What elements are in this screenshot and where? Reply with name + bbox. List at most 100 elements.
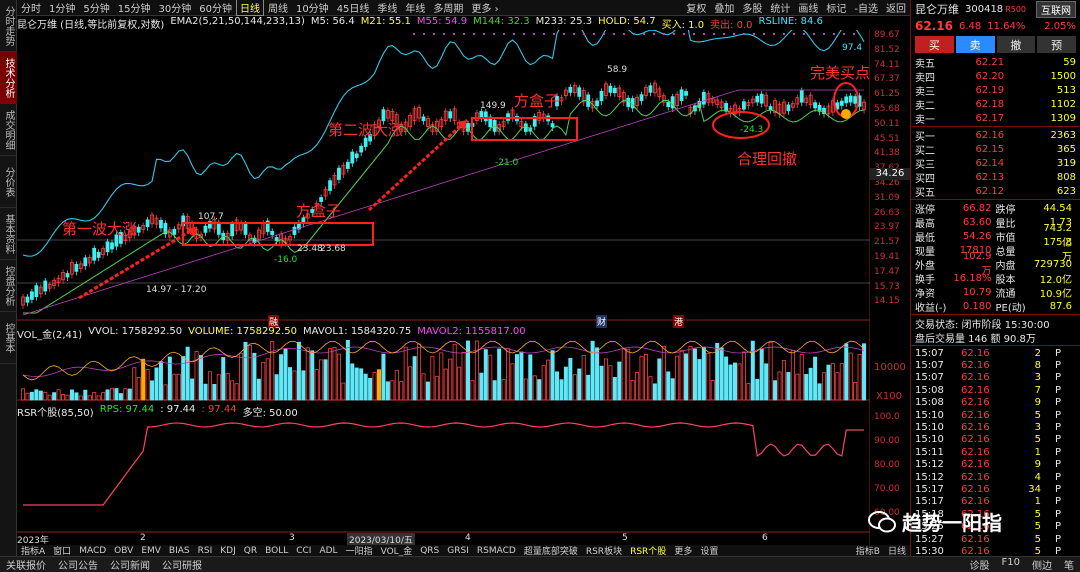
indicator-tab[interactable]: QRS — [416, 546, 443, 556]
volume-bar — [408, 366, 413, 401]
volume-bar — [675, 355, 680, 401]
book-row[interactable]: 买四 62.13 808 — [911, 170, 1080, 185]
period-tab[interactable]: 5分钟 — [79, 0, 113, 15]
period-tab[interactable]: 分时 — [17, 0, 45, 15]
signal-dot — [693, 33, 695, 35]
left-tab[interactable]: 分时走势 — [0, 0, 17, 52]
book-row[interactable]: 买三 62.14 319 — [911, 156, 1080, 171]
book-price: 62.18 — [975, 98, 1005, 110]
period-tab[interactable]: 年线 — [401, 0, 429, 15]
preorder-button[interactable]: 预 — [1037, 36, 1076, 53]
book-volume: 623 — [1056, 185, 1076, 197]
toolbar-button[interactable]: 复权 — [682, 0, 710, 15]
volume-bar — [728, 364, 733, 401]
stock-pct: 11.64% — [987, 20, 1026, 32]
marker-cai[interactable]: 财 — [596, 315, 608, 328]
toolbar-button[interactable]: 返回 — [882, 0, 910, 15]
vol-axis-unit: X100 — [876, 391, 902, 402]
indicator-tab[interactable]: EMV — [137, 546, 165, 556]
book-row[interactable]: 买二 62.15 365 — [911, 142, 1080, 157]
volume-bar — [621, 348, 626, 401]
period-tab[interactable]: 1分钟 — [45, 0, 79, 15]
book-row[interactable]: 买一 62.16 2363 — [911, 128, 1080, 143]
candle-body — [595, 100, 599, 107]
indicator-tab[interactable]: RSMACD — [473, 546, 520, 556]
left-tab[interactable]: 成交明细 — [0, 104, 17, 156]
signal-dot — [803, 33, 805, 35]
toolbar-button[interactable]: 标记 — [822, 0, 850, 15]
status-link[interactable]: 公司新闻 — [104, 557, 156, 572]
indicator-tab[interactable]: GRSI — [443, 546, 473, 556]
book-row[interactable]: 卖二 62.18 1102 — [911, 97, 1080, 112]
volume-bar — [848, 352, 853, 401]
signal-dot — [793, 33, 795, 35]
price-tick: 45.51 — [874, 133, 900, 144]
chart-canvas[interactable] — [17, 30, 870, 545]
status-right-item[interactable]: F10 — [996, 557, 1026, 572]
period-tab[interactable]: 60分钟 — [195, 0, 236, 15]
left-tab[interactable]: 分价表 — [0, 156, 17, 208]
status-link[interactable]: 公司公告 — [52, 557, 104, 572]
toolbar-button[interactable]: 画线 — [794, 0, 822, 15]
period-tab[interactable]: 多周期 — [429, 0, 467, 15]
signal-dot — [553, 33, 555, 35]
left-tab[interactable]: 基本资料 — [0, 208, 17, 260]
indicator-tab[interactable]: RSI — [194, 546, 217, 556]
tick-list[interactable]: 15:07 62.16 2 P 15:07 62.16 8 P 15:07 62.16 3 P 15:0… — [911, 347, 1080, 570]
volume-bar — [390, 380, 395, 401]
period-tab[interactable]: 更多 › — [467, 0, 502, 15]
status-right-item[interactable]: 侧边 — [1026, 557, 1058, 572]
toolbar-button[interactable]: -自选 — [850, 0, 882, 15]
volume-bar — [87, 395, 92, 401]
current-price-tag: 34.26 — [870, 168, 910, 180]
status-link[interactable]: 关联报价 — [0, 557, 52, 572]
legend-rsline: RSLINE: 84.6 — [758, 16, 823, 27]
status-right-item[interactable]: 笔 — [1058, 557, 1080, 572]
marker-gang[interactable]: 港 — [673, 315, 685, 328]
toolbar-button[interactable]: 统计 — [766, 0, 794, 15]
ma-hold-line — [23, 99, 865, 314]
indicator-tab[interactable]: CCI — [292, 546, 315, 556]
sell-button[interactable]: 卖 — [955, 36, 995, 53]
volume-bar — [38, 390, 43, 401]
candle-body — [92, 247, 97, 261]
indicator-tab[interactable]: KDJ — [216, 546, 240, 556]
status-right-item[interactable]: 诊股 — [964, 557, 996, 572]
indicator-tab[interactable]: ADL — [315, 546, 341, 556]
period-tab[interactable]: 季线 — [373, 0, 401, 15]
indicator-tab[interactable]: QR — [240, 546, 261, 556]
book-row[interactable]: 卖四 62.20 1500 — [911, 69, 1080, 84]
volume-bar — [746, 383, 751, 401]
period-tab[interactable]: 10分钟 — [292, 0, 333, 15]
buy-button[interactable]: 买 — [915, 36, 954, 53]
indicator-tab[interactable]: MACD — [75, 546, 110, 556]
status-link[interactable]: 公司研报 — [156, 557, 208, 572]
toolbar-button[interactable]: 叠加 — [710, 0, 738, 15]
left-tab[interactable]: 控基本 — [0, 312, 17, 364]
book-row[interactable]: 卖一 62.17 1309 — [911, 111, 1080, 126]
toolbar-button[interactable]: 多股 — [738, 0, 766, 15]
volume-bar — [617, 361, 622, 401]
book-row[interactable]: 卖五 62.21 59 — [911, 55, 1080, 70]
period-tab[interactable]: 30分钟 — [154, 0, 195, 15]
industry-badge[interactable]: 互联网 — [1036, 0, 1076, 18]
left-tab[interactable]: 技术分析 — [0, 52, 17, 104]
cancel-order-button[interactable]: 撤 — [996, 36, 1036, 53]
signal-dot — [603, 33, 605, 35]
period-tab[interactable]: 日线 — [235, 0, 264, 16]
period-tab[interactable]: 周线 — [264, 0, 292, 15]
period-tab[interactable]: 45日线 — [333, 0, 374, 15]
tick-price: 62.16 — [961, 372, 990, 384]
period-tab[interactable]: 15分钟 — [114, 0, 155, 15]
tick-row: 15:17 62.16 34 P — [911, 483, 1080, 495]
tick-flag: P — [1054, 446, 1061, 458]
volume-bar — [790, 350, 795, 401]
indicator-tab[interactable]: OBV — [110, 546, 137, 556]
book-level: 卖五 — [915, 58, 935, 70]
indicator-tab[interactable]: BIAS — [165, 546, 194, 556]
indicator-tab[interactable]: BOLL — [261, 546, 292, 556]
candle-body — [742, 101, 746, 110]
left-tab[interactable]: 控盘分析 — [0, 260, 17, 312]
book-row[interactable]: 买五 62.12 623 — [911, 184, 1080, 199]
book-row[interactable]: 卖三 62.19 513 — [911, 83, 1080, 98]
